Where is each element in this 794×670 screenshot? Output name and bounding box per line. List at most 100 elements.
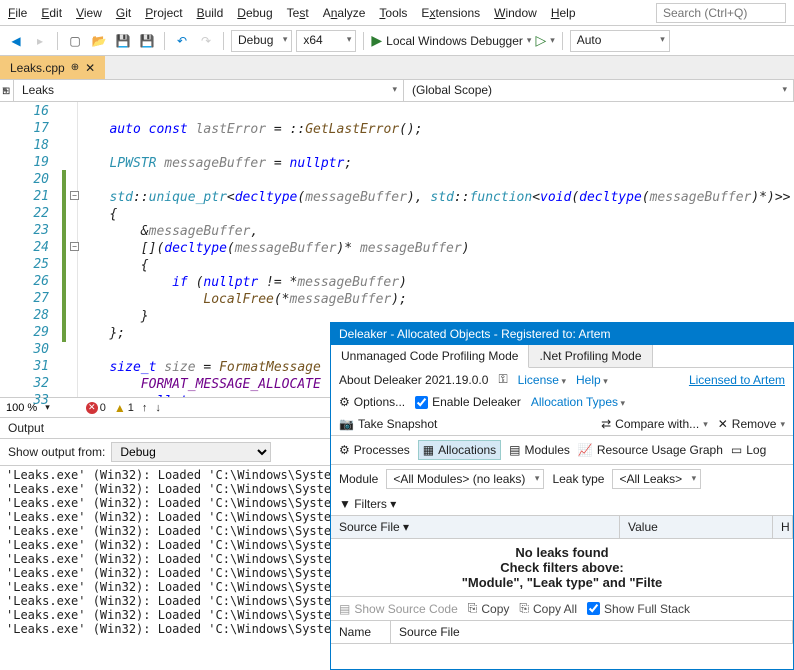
scope-class[interactable]: Leaks bbox=[14, 80, 404, 101]
menu-bar: File Edit View Git Project Build Debug T… bbox=[0, 0, 794, 26]
debugger-dropdown-icon[interactable]: ▾ bbox=[527, 35, 532, 46]
menu-tools[interactable]: Tools bbox=[379, 6, 407, 20]
save-all-icon[interactable]: 💾 bbox=[137, 31, 157, 51]
gear-icon: ⚙ bbox=[339, 395, 350, 409]
nav-down-icon[interactable]: ↓ bbox=[155, 402, 161, 414]
menu-git[interactable]: Git bbox=[116, 6, 131, 20]
nav-back-icon[interactable]: ◀ bbox=[6, 31, 26, 51]
fold-icon[interactable]: − bbox=[70, 191, 79, 200]
tab-dotnet[interactable]: .Net Profiling Mode bbox=[529, 345, 652, 367]
show-source-button[interactable]: ▤Show Source Code bbox=[339, 602, 458, 616]
module-dropdown[interactable]: <All Modules> (no leaks) bbox=[386, 469, 544, 489]
modules-tab[interactable]: ▤Modules bbox=[509, 443, 570, 457]
menu-view[interactable]: View bbox=[76, 6, 102, 20]
scope-bar: ⊞ Leaks (Global Scope) bbox=[0, 80, 794, 102]
menu-test[interactable]: Test bbox=[287, 6, 309, 20]
config-dropdown[interactable]: Debug bbox=[231, 30, 292, 52]
leak-type-label: Leak type bbox=[552, 472, 604, 486]
menu-file[interactable]: File bbox=[8, 6, 27, 20]
undo-icon[interactable]: ↶ bbox=[172, 31, 192, 51]
allocations-icon: ▦ bbox=[423, 443, 434, 457]
deleaker-panel: Deleaker - Allocated Objects - Registere… bbox=[330, 322, 794, 670]
allocation-types-menu[interactable]: Allocation Types bbox=[531, 395, 625, 409]
module-label: Module bbox=[339, 472, 378, 486]
remove-button[interactable]: ✕Remove bbox=[718, 417, 785, 431]
scope-icon: ⊞ bbox=[2, 86, 10, 97]
menu-extensions[interactable]: Extensions bbox=[421, 6, 480, 20]
start-dropdown-icon[interactable]: ▾ bbox=[550, 35, 555, 46]
debugger-label[interactable]: Local Windows Debugger bbox=[386, 34, 523, 48]
output-from-label: Show output from: bbox=[8, 445, 105, 459]
file-tab-label: Leaks.cpp bbox=[10, 61, 65, 75]
menu-build[interactable]: Build bbox=[197, 6, 224, 20]
source-icon: ▤ bbox=[339, 602, 350, 616]
nav-up-icon[interactable]: ↑ bbox=[142, 402, 148, 414]
search-input[interactable] bbox=[656, 3, 786, 23]
new-item-icon[interactable]: ▢ bbox=[65, 31, 85, 51]
stack-grid-header: Name Source File bbox=[331, 621, 793, 644]
start-debug-icon[interactable]: ▶ bbox=[371, 32, 382, 49]
log-icon: ▭ bbox=[731, 443, 742, 457]
resource-graph-tab[interactable]: 📈Resource Usage Graph bbox=[578, 443, 723, 457]
output-source-dropdown[interactable]: Debug bbox=[111, 442, 271, 462]
save-icon[interactable]: 💾 bbox=[113, 31, 133, 51]
menu-edit[interactable]: Edit bbox=[41, 6, 62, 20]
redo-icon[interactable]: ↷ bbox=[196, 31, 216, 51]
main-toolbar: ◀ ▸ ▢ 📂 💾 💾 ↶ ↷ Debug x64 ▶ Local Window… bbox=[0, 26, 794, 56]
line-number-gutter: 1617 1819 2021 2223 2425 2627 2829 3031 … bbox=[0, 102, 78, 397]
auto-dropdown[interactable]: Auto bbox=[570, 30, 670, 52]
col-h[interactable]: H bbox=[773, 516, 793, 538]
copy-button[interactable]: ⎘Copy bbox=[468, 601, 510, 616]
tab-unmanaged[interactable]: Unmanaged Code Profiling Mode bbox=[331, 345, 529, 368]
copy-all-button[interactable]: ⎘Copy All bbox=[519, 601, 577, 616]
pin-icon[interactable]: ⊕ bbox=[71, 62, 79, 73]
copy-icon: ⎘ bbox=[468, 601, 478, 616]
copy-all-icon: ⎘ bbox=[519, 601, 529, 616]
license-menu[interactable]: License bbox=[518, 373, 566, 387]
modules-icon: ▤ bbox=[509, 443, 520, 457]
deleaker-title: Deleaker - Allocated Objects - Registere… bbox=[331, 323, 793, 345]
col-name[interactable]: Name bbox=[331, 621, 391, 643]
filters-button[interactable]: ▼ Filters ▾ bbox=[331, 493, 793, 516]
deleaker-mode-tabs: Unmanaged Code Profiling Mode .Net Profi… bbox=[331, 345, 793, 368]
warning-count[interactable]: ▲1 bbox=[114, 401, 134, 415]
processes-icon: ⚙ bbox=[339, 443, 350, 457]
start-nodbg-icon[interactable]: ▷ bbox=[535, 32, 546, 49]
allocations-tab[interactable]: ▦Allocations bbox=[418, 440, 501, 460]
file-tab-leaks[interactable]: Leaks.cpp ⊕ ✕ bbox=[0, 56, 105, 79]
allocation-columns: Source File ▾ Value H bbox=[331, 516, 793, 539]
menu-help[interactable]: Help bbox=[551, 6, 576, 20]
key-icon: ⚿ bbox=[498, 372, 507, 387]
platform-dropdown[interactable]: x64 bbox=[296, 30, 356, 52]
menu-project[interactable]: Project bbox=[145, 6, 182, 20]
help-menu[interactable]: Help bbox=[576, 373, 608, 387]
col-source-file[interactable]: Source File ▾ bbox=[331, 516, 620, 538]
col-source-file[interactable]: Source File bbox=[391, 621, 793, 643]
leak-type-dropdown[interactable]: <All Leaks> bbox=[612, 469, 701, 489]
compare-icon: ⇄ bbox=[601, 417, 611, 431]
scope-member[interactable]: (Global Scope) bbox=[404, 80, 794, 101]
menu-window[interactable]: Window bbox=[494, 6, 537, 20]
processes-tab[interactable]: ⚙Processes bbox=[339, 443, 410, 457]
options-button[interactable]: ⚙Options... bbox=[339, 395, 405, 409]
licensed-to-link[interactable]: Licensed to Artem bbox=[689, 373, 785, 387]
compare-with-button[interactable]: ⇄Compare with... bbox=[601, 417, 708, 431]
fold-icon[interactable]: − bbox=[70, 242, 79, 251]
about-label: About Deleaker 2021.19.0.0 bbox=[339, 373, 488, 387]
menu-debug[interactable]: Debug bbox=[237, 6, 272, 20]
remove-icon: ✕ bbox=[718, 417, 728, 431]
close-tab-icon[interactable]: ✕ bbox=[85, 61, 95, 75]
graph-icon: 📈 bbox=[578, 443, 593, 457]
enable-deleaker-checkbox[interactable]: Enable Deleaker bbox=[415, 395, 521, 409]
take-snapshot-button[interactable]: 📷Take Snapshot bbox=[339, 417, 437, 431]
col-value[interactable]: Value bbox=[620, 516, 773, 538]
menu-analyze[interactable]: Analyze bbox=[323, 6, 366, 20]
open-icon[interactable]: 📂 bbox=[89, 31, 109, 51]
document-tab-bar: Leaks.cpp ⊕ ✕ bbox=[0, 56, 794, 80]
error-count[interactable]: ✕0 bbox=[86, 402, 106, 414]
show-full-stack-checkbox[interactable]: Show Full Stack bbox=[587, 602, 690, 616]
log-tab[interactable]: ▭Log bbox=[731, 443, 766, 457]
no-leaks-message: No leaks found Check filters above: "Mod… bbox=[331, 539, 793, 596]
nav-fwd-icon[interactable]: ▸ bbox=[30, 31, 50, 51]
scope-project[interactable]: ⊞ bbox=[0, 80, 14, 101]
